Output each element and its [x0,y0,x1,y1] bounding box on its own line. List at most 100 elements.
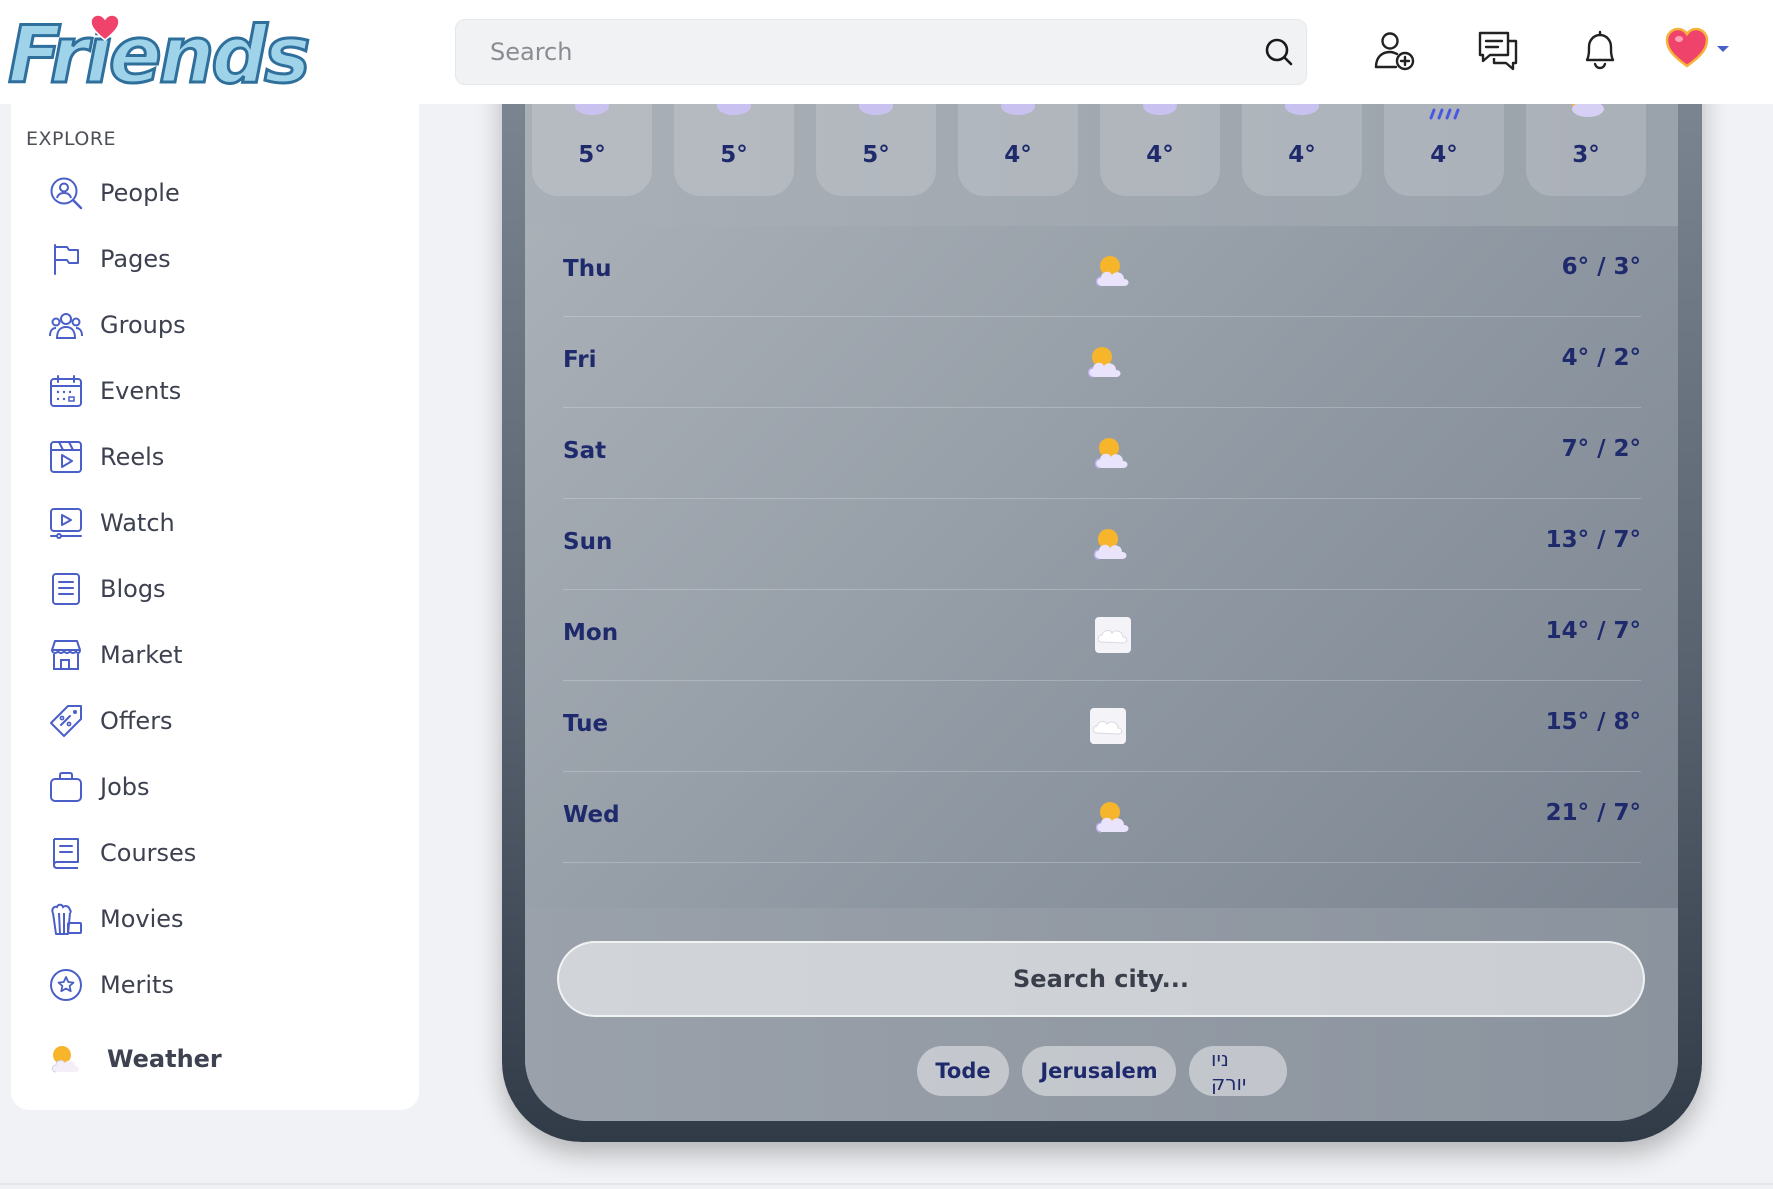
bell-icon[interactable] [1578,28,1622,72]
hour-card: 5° [816,104,936,196]
sidebar-item-label: Movies [100,905,184,933]
hour-card: 5° [532,104,652,196]
book-icon [47,834,85,872]
city-chip[interactable]: Tode [917,1046,1009,1096]
forecast-range: 4° / 2° [1561,345,1641,371]
add-friend-icon[interactable] [1372,28,1416,72]
search-icon[interactable] [1262,35,1296,69]
forecast-day: Fri [563,347,597,373]
hour-temp: 4° [1288,142,1316,168]
forecast-day: Sat [563,438,607,464]
sidebar-item-reels[interactable]: Reels [47,432,387,482]
sidebar-section-label: EXPLORE [26,128,117,150]
daily-forecast: Thu 6° / 3° Fri 4° / 2° Sat 7° / 2° Sun … [525,226,1678,908]
partly-cloudy-icon [1094,438,1128,469]
flag-icon [47,240,85,278]
page-divider [0,1183,1773,1185]
forecast-day: Sun [563,529,613,555]
sidebar-item-merits[interactable]: Merits [47,960,387,1010]
top-header: Friends [0,0,1773,104]
sidebar-item-offers[interactable]: Offers [47,696,387,746]
city-chip[interactable]: Jerusalem [1022,1046,1176,1096]
sidebar-item-label: Watch [100,509,175,537]
sidebar: EXPLORE People Pages Groups Events Reels [11,104,419,1110]
snow-cloud-icon [1095,617,1131,653]
sidebar-item-label: Market [100,641,183,669]
city-search-area: Tode Jerusalem ניו יורק [525,908,1678,1121]
forecast-range: 15° / 8° [1545,709,1641,735]
hourly-forecast: 5° 5° 5° 4° 4° 4° 4° 3° [525,104,1678,226]
partly-cloudy-icon [1095,802,1129,833]
friends-logo[interactable]: Friends [7,10,313,100]
forecast-row: Mon 14° / 7° [563,590,1641,681]
calendar-icon [47,372,85,410]
search-bar [455,19,1307,85]
forecast-row: Sun 13° / 7° [563,499,1641,590]
avatar-heart-icon[interactable] [1665,26,1709,70]
sidebar-item-weather[interactable]: Weather [47,1034,387,1084]
sidebar-item-groups[interactable]: Groups [47,300,387,350]
partly-cloudy-icon [1087,347,1121,378]
hour-card: 3° [1526,104,1646,196]
cloud-icon [1285,104,1319,115]
popcorn-icon [47,900,85,938]
forecast-range: 13° / 7° [1545,527,1641,553]
sidebar-item-market[interactable]: Market [47,630,387,680]
cloud-icon [859,104,893,115]
weather-card: 5° 5° 5° 4° 4° 4° 4° 3° Thu 6° / 3° Fri … [525,104,1678,1121]
hour-temp: 5° [862,142,890,168]
sidebar-item-movies[interactable]: Movies [47,894,387,944]
forecast-day: Thu [563,256,612,282]
hour-temp: 5° [578,142,606,168]
sidebar-item-events[interactable]: Events [47,366,387,416]
messages-icon[interactable] [1476,28,1520,72]
sidebar-item-label: Merits [100,971,174,999]
forecast-day: Wed [563,802,620,828]
hour-card: 4° [1384,104,1504,196]
sidebar-item-label: Offers [100,707,173,735]
cloud-icon [575,104,609,115]
forecast-row: Wed 21° / 7° [563,772,1641,863]
hour-temp: 4° [1430,142,1458,168]
hour-temp: 5° [720,142,748,168]
people-search-icon [47,174,85,212]
sidebar-item-jobs[interactable]: Jobs [47,762,387,812]
sidebar-item-label: Groups [100,311,186,339]
sidebar-item-label: People [100,179,180,207]
city-chip[interactable]: ניו יורק [1189,1046,1287,1096]
rain-icon [1429,108,1460,120]
sidebar-item-people[interactable]: People [47,168,387,218]
chevron-down-icon[interactable] [1716,44,1730,54]
city-search-input[interactable] [559,943,1643,1015]
partly-cloudy-icon [1572,104,1604,117]
search-input[interactable] [490,20,1230,84]
sidebar-item-pages[interactable]: Pages [47,234,387,284]
blog-icon [47,570,85,608]
sidebar-item-label: Events [100,377,182,405]
partly-cloudy-icon [1093,529,1127,560]
reels-icon [47,438,85,476]
forecast-range: 6° / 3° [1561,254,1641,280]
city-search-box [557,941,1645,1017]
sidebar-item-label: Courses [100,839,197,867]
badge-icon [47,966,85,1004]
cloud-icon [1001,104,1035,115]
sidebar-item-label: Blogs [100,575,166,603]
forecast-range: 7° / 2° [1561,436,1641,462]
sidebar-item-watch[interactable]: Watch [47,498,387,548]
sidebar-item-courses[interactable]: Courses [47,828,387,878]
weather-icon [47,1040,85,1078]
hour-card: 4° [1242,104,1362,196]
forecast-range: 21° / 7° [1545,800,1641,826]
sidebar-item-blogs[interactable]: Blogs [47,564,387,614]
hour-card: 5° [674,104,794,196]
briefcase-icon [47,768,85,806]
tag-icon [47,702,85,740]
sidebar-item-label: Reels [100,443,165,471]
cloud-icon [1143,104,1177,115]
forecast-day: Tue [563,711,609,737]
forecast-row: Sat 7° / 2° [563,408,1641,499]
logo-text: Friends [7,11,313,101]
hour-temp: 4° [1146,142,1174,168]
forecast-range: 14° / 7° [1545,618,1641,644]
